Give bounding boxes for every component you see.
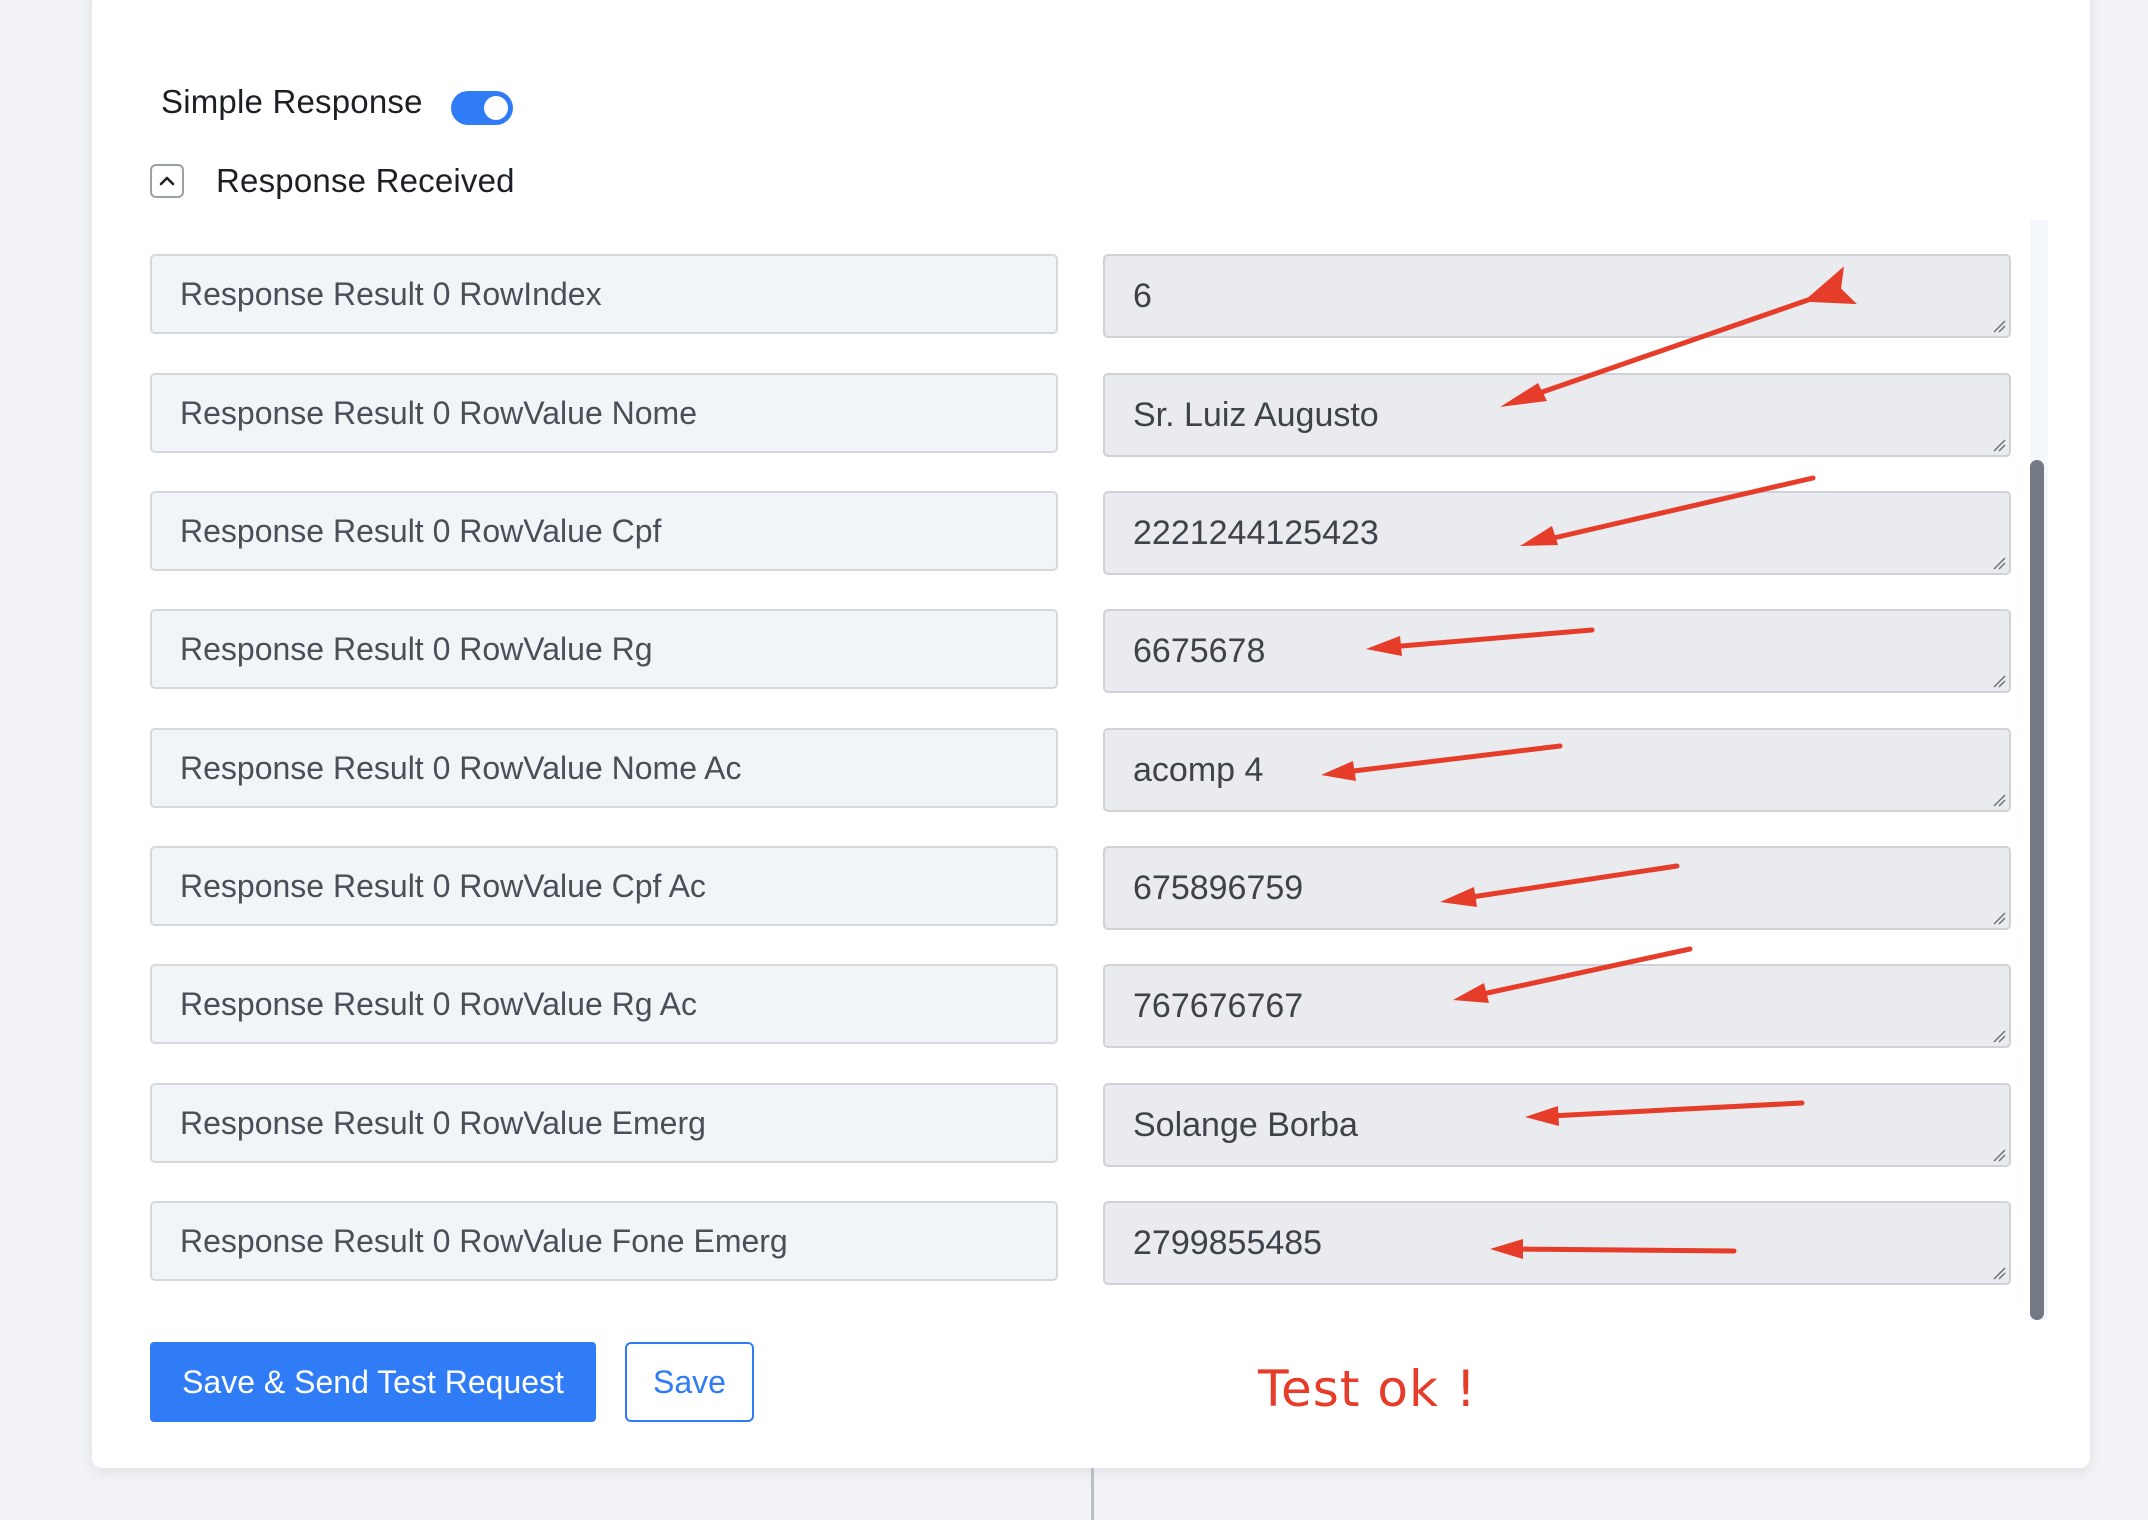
response-value-field[interactable]: 2799855485: [1103, 1201, 2011, 1285]
response-received-label: Response Received: [216, 162, 515, 199]
response-value-text: 2799855485: [1133, 1223, 1323, 1262]
resize-grip-icon[interactable]: [1992, 1148, 2006, 1162]
response-value-field[interactable]: Sr. Luiz Augusto: [1103, 373, 2011, 457]
resize-grip-icon[interactable]: [1992, 1029, 2006, 1043]
resize-grip-icon[interactable]: [1992, 793, 2006, 807]
response-value-text: 675896759: [1133, 868, 1304, 907]
response-value-field[interactable]: acomp 4: [1103, 728, 2011, 812]
response-value-field[interactable]: 767676767: [1103, 964, 2011, 1048]
test-ok-annotation: Test ok !: [1258, 1360, 1477, 1418]
resize-grip-icon[interactable]: [1992, 1266, 2006, 1280]
resize-grip-icon[interactable]: [1992, 319, 2006, 333]
response-key-field[interactable]: Response Result 0 RowValue Cpf: [150, 491, 1058, 571]
response-field-row: Response Result 0 RowValue Nome Ac acomp…: [150, 728, 2011, 812]
response-value-text: 6: [1133, 276, 1152, 315]
flow-connector-line: [1091, 1468, 1094, 1520]
response-value-text: 6675678: [1133, 631, 1266, 670]
simple-response-label: Simple Response: [161, 83, 423, 120]
response-value-text: 767676767: [1133, 986, 1304, 1025]
response-field-row: Response Result 0 RowIndex 6: [150, 254, 2011, 338]
response-field-row: Response Result 0 RowValue Cpf 222124412…: [150, 491, 2011, 575]
collapse-button[interactable]: [150, 164, 184, 198]
resize-grip-icon[interactable]: [1992, 674, 2006, 688]
response-field-row: Response Result 0 RowValue Rg Ac 7676767…: [150, 964, 2011, 1048]
chevron-up-icon: [159, 176, 175, 186]
response-value-text: acomp 4: [1133, 750, 1264, 789]
response-received-row: Response Received: [150, 158, 515, 204]
response-key-field[interactable]: Response Result 0 RowValue Fone Emerg: [150, 1201, 1058, 1281]
response-value-text: Solange Borba: [1133, 1105, 1358, 1144]
save-and-send-test-request-button[interactable]: Save & Send Test Request: [150, 1342, 596, 1422]
response-key-field[interactable]: Response Result 0 RowIndex: [150, 254, 1058, 334]
resize-grip-icon[interactable]: [1992, 556, 2006, 570]
page: Simple Response Response Received Respon…: [0, 0, 2148, 1520]
simple-response-toggle[interactable]: [450, 91, 513, 125]
response-value-field[interactable]: Solange Borba: [1103, 1083, 2011, 1167]
response-field-row: Response Result 0 RowValue Nome Sr. Luiz…: [150, 373, 2011, 457]
response-field-row: Response Result 0 RowValue Fone Emerg 27…: [150, 1201, 2011, 1285]
response-field-row: Response Result 0 RowValue Rg 6675678: [150, 609, 2011, 693]
simple-response-row: Simple Response: [161, 72, 513, 132]
response-key-field[interactable]: Response Result 0 RowValue Rg Ac: [150, 964, 1058, 1044]
response-value-field[interactable]: 2221244125423: [1103, 491, 2011, 575]
resize-grip-icon[interactable]: [1992, 911, 2006, 925]
response-value-field[interactable]: 6675678: [1103, 609, 2011, 693]
toggle-knob: [483, 96, 508, 120]
response-key-field[interactable]: Response Result 0 RowValue Rg: [150, 609, 1058, 689]
save-button[interactable]: Save: [625, 1342, 754, 1422]
response-fields-list: Response Result 0 RowIndex 6 Response Re…: [150, 220, 2035, 1320]
response-key-field[interactable]: Response Result 0 RowValue Cpf Ac: [150, 846, 1058, 926]
response-value-field[interactable]: 6: [1103, 254, 2011, 338]
response-key-field[interactable]: Response Result 0 RowValue Nome: [150, 373, 1058, 453]
resize-grip-icon[interactable]: [1992, 438, 2006, 452]
response-field-row: Response Result 0 RowValue Emerg Solange…: [150, 1083, 2011, 1167]
response-value-text: Sr. Luiz Augusto: [1133, 395, 1379, 434]
response-key-field[interactable]: Response Result 0 RowValue Nome Ac: [150, 728, 1058, 808]
response-key-field[interactable]: Response Result 0 RowValue Emerg: [150, 1083, 1058, 1163]
response-value-field[interactable]: 675896759: [1103, 846, 2011, 930]
response-field-row: Response Result 0 RowValue Cpf Ac 675896…: [150, 846, 2011, 930]
response-value-text: 2221244125423: [1133, 513, 1379, 552]
